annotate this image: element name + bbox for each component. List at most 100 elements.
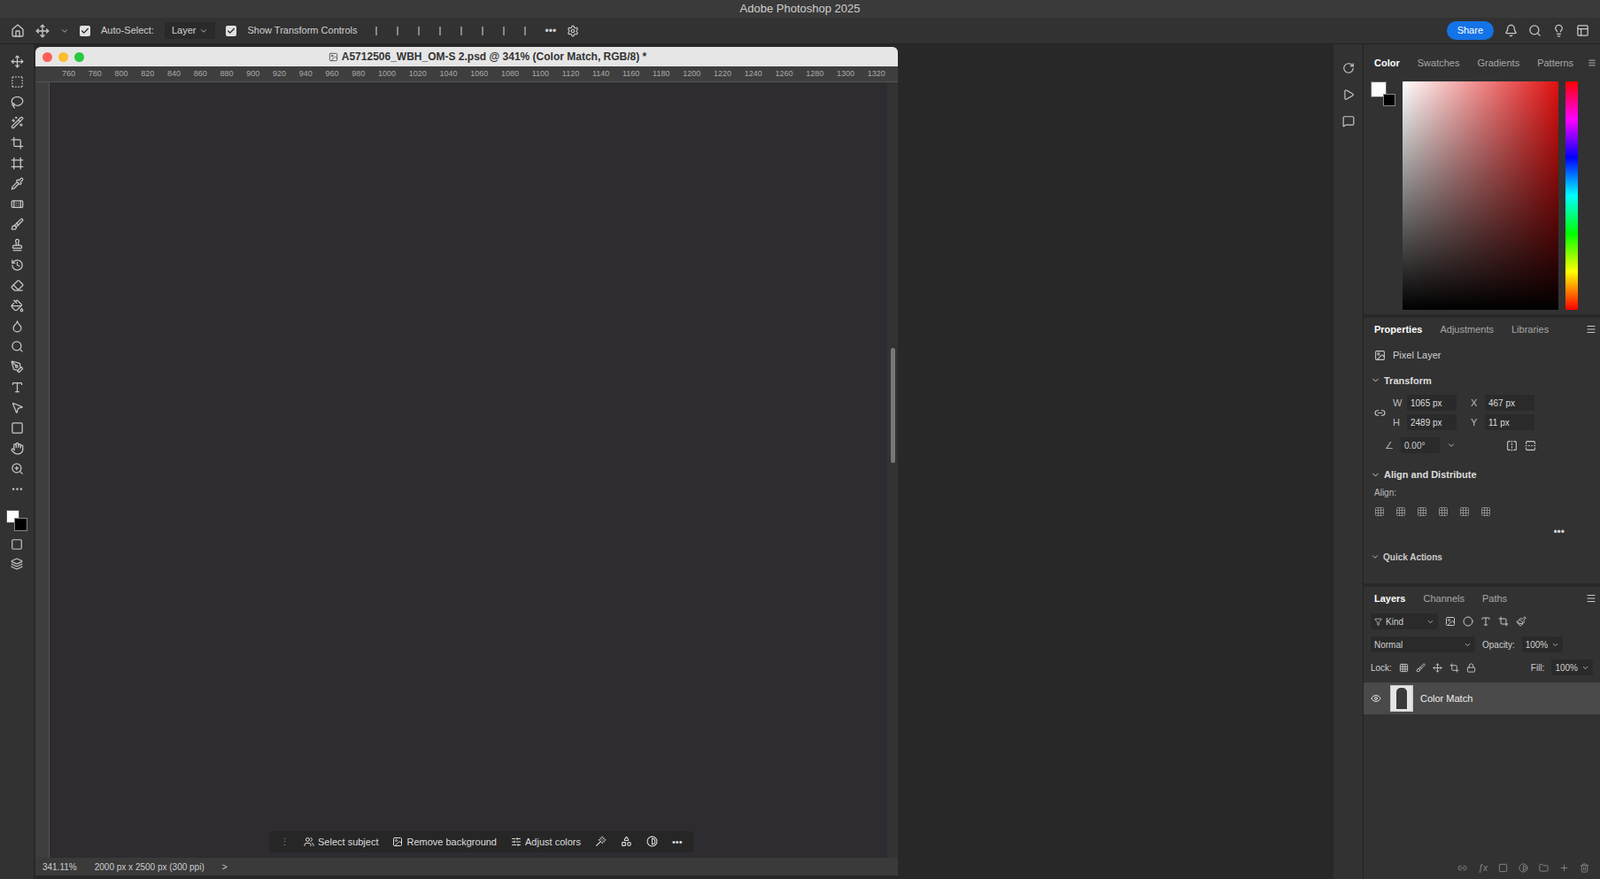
discover-icon[interactable] bbox=[1552, 23, 1566, 38]
canvas[interactable]: ⋮Select subjectRemove backgroundAdjust c… bbox=[49, 82, 888, 858]
minimize-button[interactable] bbox=[58, 52, 69, 62]
align-option-icon[interactable] bbox=[417, 26, 429, 36]
tool-icon[interactable] bbox=[10, 136, 24, 150]
opacity-field[interactable]: 100% bbox=[1522, 636, 1564, 653]
quick-mask-icon[interactable] bbox=[10, 538, 24, 551]
share-button[interactable]: Share bbox=[1446, 21, 1494, 40]
blend-mode-dropdown[interactable]: Normal bbox=[1370, 636, 1476, 653]
task-bar-more[interactable]: ••• bbox=[672, 834, 683, 851]
auto-select-checkbox[interactable] bbox=[79, 25, 91, 37]
panel-tab[interactable]: Channels bbox=[1415, 588, 1471, 610]
y-field[interactable]: 11 px bbox=[1484, 414, 1535, 431]
panel-tab[interactable]: Properties bbox=[1367, 319, 1430, 341]
align-section[interactable]: Align and Distribute bbox=[1363, 456, 1600, 487]
tool-icon[interactable] bbox=[10, 177, 24, 191]
panel-tab[interactable]: Swatches bbox=[1410, 53, 1468, 74]
task-bar-button[interactable]: Adjust colors bbox=[510, 834, 581, 851]
panel-tab[interactable]: Patterns bbox=[1530, 53, 1581, 74]
align-option-icon[interactable] bbox=[481, 26, 493, 36]
tool-icon[interactable] bbox=[10, 462, 24, 476]
panel-tab[interactable]: Paths bbox=[1475, 588, 1515, 610]
align-option-icon[interactable] bbox=[396, 26, 408, 36]
screen-mode-icon[interactable] bbox=[10, 557, 24, 571]
tool-icon[interactable] bbox=[10, 217, 24, 232]
align-option-icon[interactable] bbox=[439, 26, 450, 36]
settings-icon[interactable] bbox=[566, 24, 580, 38]
visibility-eye-icon[interactable] bbox=[1370, 693, 1382, 704]
align-option-icon[interactable] bbox=[460, 26, 472, 36]
panel-tab[interactable]: Layers bbox=[1367, 588, 1413, 610]
tool-icon[interactable] bbox=[10, 401, 24, 415]
layer-row[interactable]: Color Match bbox=[1363, 682, 1600, 715]
comments-icon[interactable] bbox=[1342, 115, 1355, 128]
panel-tab[interactable]: Adjustments bbox=[1432, 319, 1501, 341]
zoom-level[interactable]: 341.11% bbox=[42, 860, 78, 874]
search-icon[interactable] bbox=[1528, 23, 1542, 38]
align-icon[interactable] bbox=[1459, 506, 1470, 518]
tool-icon[interactable] bbox=[10, 54, 24, 69]
status-arrow[interactable]: > bbox=[222, 860, 228, 874]
bell-icon[interactable] bbox=[1504, 23, 1518, 38]
angle-field[interactable]: 0.00° bbox=[1400, 437, 1440, 454]
actions-icon[interactable] bbox=[1342, 88, 1355, 101]
transform-icon[interactable] bbox=[620, 835, 633, 848]
tool-icon[interactable] bbox=[10, 319, 24, 333]
color-swatches[interactable] bbox=[6, 510, 28, 532]
x-field[interactable]: 467 px bbox=[1484, 394, 1535, 411]
panel-menu-icon[interactable] bbox=[1585, 593, 1597, 604]
align-icon[interactable] bbox=[1374, 506, 1385, 518]
tool-icon[interactable] bbox=[10, 421, 24, 435]
link-icon[interactable] bbox=[1374, 407, 1386, 419]
tool-icon[interactable] bbox=[10, 299, 24, 313]
adjust-icon[interactable] bbox=[646, 835, 658, 848]
workspace-icon[interactable] bbox=[1576, 23, 1590, 38]
tool-icon[interactable] bbox=[10, 115, 24, 130]
tool-icon[interactable] bbox=[10, 156, 24, 171]
tool-icon[interactable] bbox=[10, 380, 24, 395]
tool-icon[interactable] bbox=[10, 197, 24, 211]
transform-controls-checkbox[interactable] bbox=[225, 25, 237, 37]
task-bar-button[interactable]: Remove background bbox=[392, 834, 497, 851]
history-icon[interactable] bbox=[1342, 61, 1355, 75]
tool-icon[interactable] bbox=[10, 258, 24, 272]
move-tool-icon[interactable] bbox=[35, 23, 50, 39]
home-icon[interactable] bbox=[10, 23, 25, 39]
panel-tab[interactable]: Gradients bbox=[1469, 53, 1527, 74]
close-button[interactable] bbox=[42, 52, 53, 62]
zoom-button[interactable] bbox=[74, 52, 85, 62]
align-option-icon[interactable] bbox=[524, 26, 535, 36]
tool-icon[interactable] bbox=[10, 95, 24, 109]
fg-bg-swatch[interactable] bbox=[1370, 81, 1396, 107]
auto-select-dropdown[interactable]: Layer bbox=[164, 22, 217, 39]
vertical-scrollbar[interactable] bbox=[887, 82, 898, 858]
tool-icon[interactable] bbox=[10, 441, 24, 456]
tool-icon[interactable] bbox=[10, 278, 24, 293]
transform-section[interactable]: Transform bbox=[1363, 370, 1600, 393]
flip-vertical-icon[interactable] bbox=[1524, 440, 1537, 452]
panel-tab[interactable]: Libraries bbox=[1504, 319, 1556, 341]
panel-tab[interactable]: Color bbox=[1367, 53, 1407, 74]
more-options[interactable]: ••• bbox=[545, 23, 557, 39]
align-icon[interactable] bbox=[1437, 506, 1449, 518]
hue-slider[interactable] bbox=[1565, 81, 1578, 310]
tool-icon[interactable] bbox=[10, 238, 24, 252]
color-picker-field[interactable] bbox=[1402, 81, 1559, 310]
height-field[interactable]: 2489 px bbox=[1406, 414, 1457, 431]
generate-icon[interactable] bbox=[595, 835, 607, 848]
task-bar-button[interactable]: Select subject bbox=[303, 834, 379, 851]
quick-actions-section[interactable]: Quick Actions bbox=[1363, 540, 1600, 565]
tool-icon[interactable] bbox=[10, 360, 24, 374]
align-icon[interactable] bbox=[1416, 506, 1428, 518]
align-option-icon[interactable] bbox=[502, 26, 514, 36]
align-icon[interactable] bbox=[1480, 506, 1492, 518]
tool-icon[interactable] bbox=[10, 340, 24, 354]
align-more[interactable]: ••• bbox=[1553, 524, 1600, 541]
fill-field[interactable]: 100% bbox=[1551, 659, 1593, 676]
panel-menu-icon[interactable] bbox=[1587, 57, 1597, 69]
flip-horizontal-icon[interactable] bbox=[1506, 440, 1518, 452]
width-field[interactable]: 1065 px bbox=[1406, 394, 1457, 411]
layer-filter[interactable]: Kind bbox=[1370, 613, 1438, 630]
tool-icon[interactable] bbox=[10, 482, 24, 496]
panel-menu-icon[interactable] bbox=[1585, 324, 1597, 335]
tool-icon[interactable] bbox=[10, 75, 24, 89]
